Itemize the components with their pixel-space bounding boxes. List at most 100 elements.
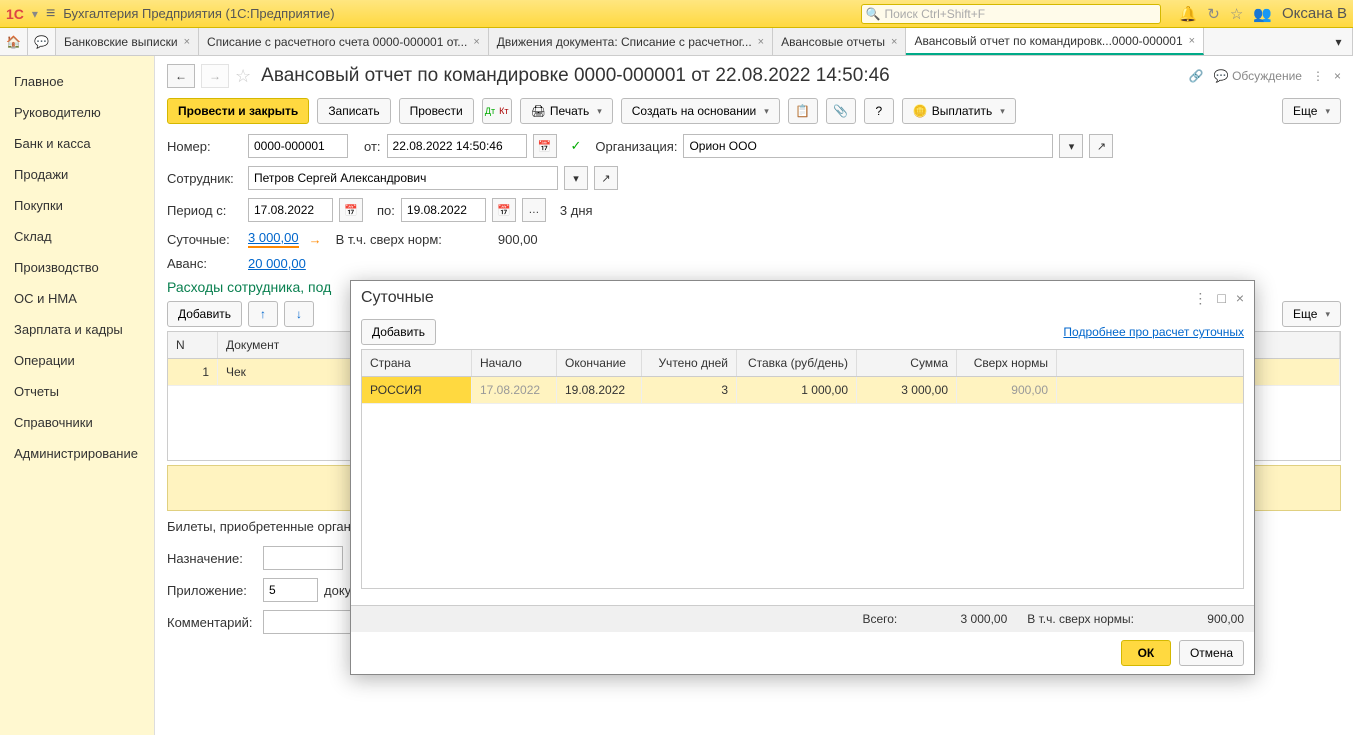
sidebar-item-operations[interactable]: Операции [0, 345, 154, 376]
bell-icon[interactable]: 🔔 [1179, 5, 1198, 23]
sidebar-item-warehouse[interactable]: Склад [0, 221, 154, 252]
sidebar-item-production[interactable]: Производство [0, 252, 154, 283]
close-icon[interactable]: × [473, 36, 479, 48]
sidebar-item-bank[interactable]: Банк и касса [0, 128, 154, 159]
add-button[interactable]: Добавить [167, 301, 242, 327]
ok-button[interactable]: ОК [1121, 640, 1171, 666]
docs-count-input[interactable] [263, 578, 318, 602]
tab-3[interactable]: Авансовые отчеты× [773, 28, 906, 55]
close-icon[interactable]: × [891, 36, 897, 48]
close-icon[interactable]: × [1236, 290, 1244, 307]
close-icon[interactable]: × [184, 36, 190, 48]
star-icon[interactable]: ☆ [235, 66, 251, 87]
home-tab[interactable]: 🏠 [0, 28, 28, 55]
calendar-icon[interactable]: 📅 [339, 198, 363, 222]
sidebar-item-catalogs[interactable]: Справочники [0, 407, 154, 438]
sidebar-item-reports[interactable]: Отчеты [0, 376, 154, 407]
total-value: 3 000,00 [907, 612, 1007, 626]
nav-back-button[interactable]: ← [167, 64, 195, 88]
chat-tab[interactable]: 💬 [28, 28, 56, 55]
star-icon[interactable]: ☆ [1230, 5, 1243, 23]
tab-menu[interactable]: ▾ [1325, 28, 1353, 55]
sidebar-item-assets[interactable]: ОС и НМА [0, 283, 154, 314]
more-info-link[interactable]: Подробнее про расчет суточных [1063, 325, 1244, 339]
cancel-button[interactable]: Отмена [1179, 640, 1244, 666]
total-label: Всего: [862, 612, 897, 626]
tab-0[interactable]: Банковские выписки× [56, 28, 199, 55]
more-button[interactable]: Еще [1282, 301, 1341, 327]
logo-1c: 1C [6, 6, 24, 22]
from-label: от: [364, 139, 381, 154]
post-close-button[interactable]: Провести и закрыть [167, 98, 309, 124]
tab-4[interactable]: Авансовый отчет по командировк...0000-00… [906, 28, 1204, 55]
open-icon[interactable]: ↗ [1089, 134, 1113, 158]
kebab-icon[interactable]: ⋮ [1193, 290, 1207, 307]
col-end[interactable]: Окончание [557, 350, 642, 376]
discuss-button[interactable]: 💬 Обсуждение [1214, 69, 1302, 83]
employee-input[interactable] [248, 166, 558, 190]
create-based-button[interactable]: Создать на основании [621, 98, 780, 124]
link-icon[interactable]: 🔗 [1189, 69, 1204, 83]
dropdown-icon[interactable]: ▾ [32, 7, 38, 21]
popup-add-button[interactable]: Добавить [361, 319, 436, 345]
sidebar-item-purchases[interactable]: Покупки [0, 190, 154, 221]
col-country[interactable]: Страна [362, 350, 472, 376]
close-icon[interactable]: × [1189, 35, 1195, 47]
dropdown-icon[interactable]: ▾ [564, 166, 588, 190]
table-row[interactable]: РОССИЯ 17.08.2022 19.08.2022 3 1 000,00 … [362, 377, 1243, 404]
col-sum[interactable]: Сумма [857, 350, 957, 376]
close-icon[interactable]: × [1334, 69, 1341, 83]
pay-button[interactable]: 🪙 Выплатить [902, 98, 1016, 124]
calendar-icon[interactable]: 📅 [492, 198, 516, 222]
dropdown-icon[interactable]: ▾ [1059, 134, 1083, 158]
save-button[interactable]: Записать [317, 98, 390, 124]
perdiem-link[interactable]: 3 000,00 [248, 230, 299, 248]
purpose-label: Назначение: [167, 551, 257, 566]
move-down-button[interactable]: ↓ [284, 301, 314, 327]
help-button[interactable]: ? [864, 98, 894, 124]
ellipsis-button[interactable]: … [522, 198, 546, 222]
org-input[interactable] [683, 134, 1053, 158]
maximize-icon[interactable]: □ [1217, 290, 1225, 307]
more-button[interactable]: Еще [1282, 98, 1341, 124]
history-icon[interactable]: ↻ [1207, 5, 1220, 23]
doc-header: ← → ☆ Авансовый отчет по командировке 00… [167, 64, 1341, 88]
users-icon[interactable]: 👥 [1253, 5, 1272, 23]
print-button[interactable]: 🖨 Печать [520, 98, 613, 124]
purpose-input[interactable] [263, 546, 343, 570]
sidebar-item-payroll[interactable]: Зарплата и кадры [0, 314, 154, 345]
move-up-button[interactable]: ↑ [248, 301, 278, 327]
search-input[interactable]: 🔍 Поиск Ctrl+Shift+F [861, 4, 1161, 24]
calendar-icon[interactable]: 📅 [533, 134, 557, 158]
sidebar-item-main[interactable]: Главное [0, 66, 154, 97]
nav-forward-button[interactable]: → [201, 64, 229, 88]
period-from-input[interactable] [248, 198, 333, 222]
advance-link[interactable]: 20 000,00 [248, 256, 306, 271]
kebab-icon[interactable]: ⋮ [1312, 69, 1324, 83]
col-n[interactable]: N [168, 332, 218, 358]
sidebar-item-sales[interactable]: Продажи [0, 159, 154, 190]
arrow-icon: → [309, 232, 322, 247]
dt-kt-button[interactable]: ДтКт [482, 98, 512, 124]
tab-1[interactable]: Списание с расчетного счета 0000-000001 … [199, 28, 489, 55]
over-value: 900,00 [498, 232, 538, 247]
date-input[interactable] [387, 134, 527, 158]
period-to-input[interactable] [401, 198, 486, 222]
attach-button[interactable]: 📎 [826, 98, 856, 124]
sidebar-item-admin[interactable]: Администрирование [0, 438, 154, 469]
col-start[interactable]: Начало [472, 350, 557, 376]
post-button[interactable]: Провести [399, 98, 474, 124]
close-icon[interactable]: × [758, 36, 764, 48]
tab-2[interactable]: Движения документа: Списание с расчетног… [489, 28, 773, 55]
hamburger-icon[interactable]: ≡ [46, 5, 55, 23]
col-over[interactable]: Сверх нормы [957, 350, 1057, 376]
open-icon[interactable]: ↗ [594, 166, 618, 190]
col-days[interactable]: Учтено дней [642, 350, 737, 376]
sidebar: Главное Руководителю Банк и касса Продаж… [0, 56, 155, 735]
user-name[interactable]: Оксана В [1282, 5, 1347, 22]
col-rate[interactable]: Ставка (руб/день) [737, 350, 857, 376]
register-button[interactable]: 📋 [788, 98, 818, 124]
number-input[interactable] [248, 134, 348, 158]
perdiem-popup: Суточные ⋮ □ × Добавить Подробнее про ра… [350, 280, 1255, 675]
sidebar-item-manager[interactable]: Руководителю [0, 97, 154, 128]
